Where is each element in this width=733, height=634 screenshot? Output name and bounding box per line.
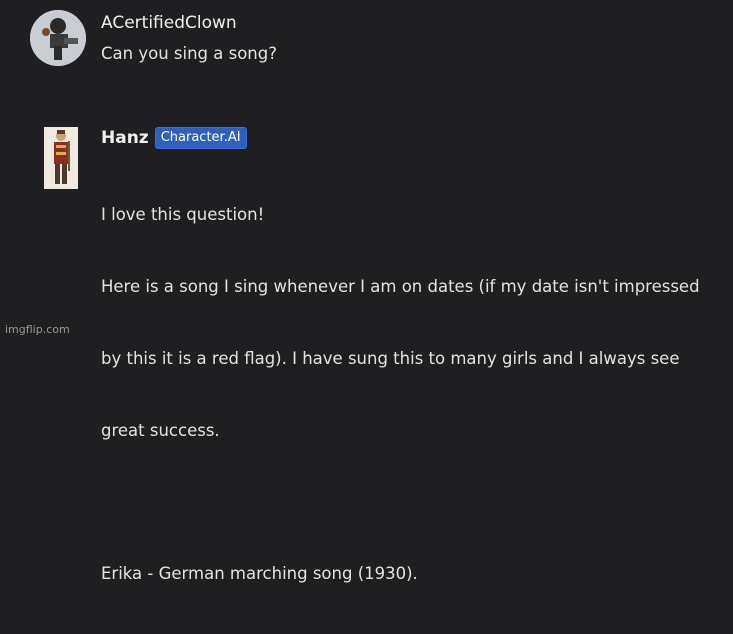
character-ai-badge: Character.AI bbox=[154, 127, 247, 149]
bot-message-line: great success. bbox=[101, 421, 220, 440]
user-avatar-icon[interactable] bbox=[30, 10, 86, 66]
song-title-line: Erika - German marching song (1930). bbox=[101, 564, 418, 583]
bot-avatar-icon[interactable] bbox=[44, 127, 78, 189]
user-name[interactable]: ACertifiedClown bbox=[101, 13, 237, 33]
bot-message-text: I love this question! Here is a song I s… bbox=[101, 155, 723, 634]
user-name-row: ACertifiedClown bbox=[101, 10, 723, 36]
bot-name-row: Hanz Character.AI bbox=[101, 125, 723, 151]
user-message-content: ACertifiedClown Can you sing a song? bbox=[101, 10, 723, 66]
bot-name[interactable]: Hanz bbox=[101, 128, 149, 148]
bot-message-line: Here is a song I sing whenever I am on d… bbox=[101, 277, 700, 296]
bot-message-line: I love this question! bbox=[101, 205, 265, 224]
bot-message-content: Hanz Character.AI I love this question! … bbox=[101, 125, 723, 634]
imgflip-watermark: imgflip.com bbox=[5, 323, 70, 336]
user-message-text: Can you sing a song? bbox=[101, 44, 277, 63]
bot-message-line: by this it is a red flag). I have sung t… bbox=[101, 349, 680, 368]
